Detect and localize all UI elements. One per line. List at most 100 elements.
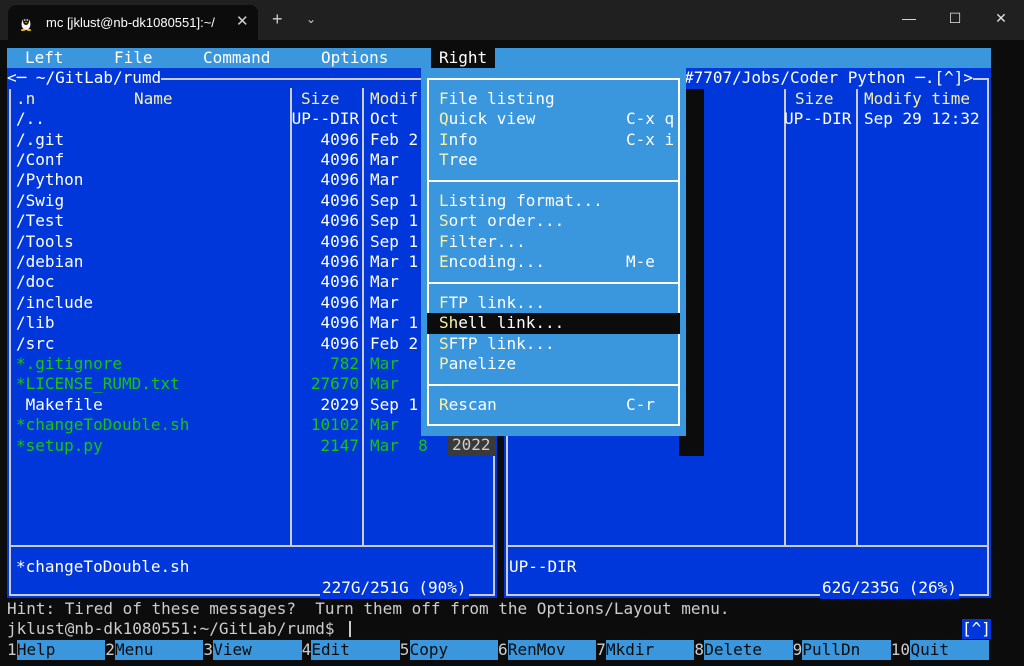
file-modify: Mar 1 <box>370 313 419 333</box>
terminal-tab[interactable]: mc [jklust@nb-dk1080551]:~/ ✕ <box>8 5 258 40</box>
maximize-button[interactable]: ☐ <box>932 0 978 36</box>
table-row[interactable]: *setup.py 2147 Mar 8 <box>7 436 497 456</box>
menu-item[interactable]: Rescan C-r <box>421 395 686 415</box>
file-size: UP--DIR <box>291 109 359 129</box>
menu-item-text: ilter... <box>448 231 526 251</box>
menu-item[interactable]: Encoding... M-e <box>421 252 686 272</box>
menu-item-label: SFTP link... <box>439 334 555 354</box>
minimize-button[interactable]: — <box>886 0 932 36</box>
fkey-number: 8 <box>694 640 705 659</box>
right-col-modify[interactable]: Modify time <box>864 89 970 109</box>
hint-line: Hint: Tired of these messages? Turn them… <box>7 599 730 618</box>
menu-file[interactable]: File <box>114 48 153 68</box>
file-name: Makefile <box>16 394 103 414</box>
right-row-modify[interactable]: Sep 29 12:32 <box>864 109 980 129</box>
file-size: 4096 <box>320 313 359 333</box>
fkey-renmov-button[interactable]: RenMov <box>507 640 597 661</box>
menu-item-hotkey: E <box>439 251 449 271</box>
fkey-pulldn-button[interactable]: PullDn <box>802 640 891 661</box>
tab-dropdown-button[interactable]: ⌄ <box>306 12 316 26</box>
menu-item-shortcut: C-x i <box>626 129 675 149</box>
menu-item[interactable]: File listing <box>421 89 686 109</box>
right-status-divider <box>506 545 989 548</box>
linux-penguin-icon <box>20 17 32 31</box>
file-modify: Mar <box>370 272 399 292</box>
menu-item-hotkey: T <box>439 149 449 169</box>
new-tab-button[interactable]: + <box>272 9 283 30</box>
right-col-divider-1 <box>784 88 786 546</box>
right-dropdown-menu: File listing Quick view C-x q Info C-x i Tree… <box>421 68 686 437</box>
fkey-number: 9 <box>792 640 803 659</box>
window-titlebar: mc [jklust@nb-dk1080551]:~/ ✕ + ⌄ — ☐ ✕ <box>0 0 1024 40</box>
menu-item-label: Filter... <box>439 232 526 252</box>
menu-right[interactable]: Right <box>431 48 496 69</box>
menu-item[interactable]: Shell link... <box>421 313 686 333</box>
menu-options[interactable]: Options <box>321 48 388 68</box>
menu-item[interactable]: Listing format... <box>421 191 686 211</box>
file-name: /Tools <box>16 231 74 251</box>
right-col-size[interactable]: Size <box>795 89 834 109</box>
fkey-quit-button[interactable]: Quit <box>910 640 989 661</box>
file-modify: Feb 2 <box>370 129 419 149</box>
menu-item-hotkey: S <box>439 211 449 231</box>
left-panel-path[interactable]: <─ ~/GitLab/rumd <box>7 68 162 89</box>
fkey-delete-button[interactable]: Delete <box>704 640 793 661</box>
fkey-menu-button[interactable]: Menu <box>115 640 204 661</box>
menu-item-text: TP link... <box>448 292 545 312</box>
fkey-view-button[interactable]: View <box>213 640 302 661</box>
menu-item[interactable]: Quick view C-x q <box>421 109 686 129</box>
fkey-mkdir-button[interactable]: Mkdir <box>606 640 695 661</box>
fkey-number: 3 <box>203 640 214 659</box>
menu-item[interactable]: SFTP link... <box>421 334 686 354</box>
file-size: 782 <box>330 353 359 373</box>
left-sort-indicator[interactable]: .n <box>16 89 35 109</box>
fkey-copy-button[interactable]: Copy <box>409 640 498 661</box>
left-col-name[interactable]: Name <box>134 89 173 109</box>
file-size: 2029 <box>320 394 359 414</box>
file-name: /.. <box>16 109 45 129</box>
menu-item[interactable]: Sort order... <box>421 211 686 231</box>
close-window-button[interactable]: ✕ <box>978 0 1024 36</box>
right-row-size[interactable]: UP--DIR <box>784 109 851 129</box>
tab-title: mc [jklust@nb-dk1080551]:~/ <box>46 15 215 30</box>
terminal-area[interactable]: Left File Command Options Right <─ ~/Git… <box>7 48 991 661</box>
menu-item[interactable]: Tree <box>421 150 686 170</box>
file-modify: Feb 2 <box>370 333 419 353</box>
left-col-modify[interactable]: Modif <box>370 89 418 109</box>
left-disk-usage: 227G/251G (90%) <box>320 578 469 599</box>
file-name: *setup.py <box>16 435 103 455</box>
menu-item-hotkey: L <box>439 190 449 210</box>
fkey-number: 2 <box>105 640 115 659</box>
menu-item-text: ort order... <box>448 211 565 231</box>
file-size: 4096 <box>320 129 359 149</box>
menu-item-hotkey: S <box>439 333 449 353</box>
menu-item[interactable]: FTP link... <box>421 293 686 313</box>
menu-item-label: Rescan <box>439 395 497 415</box>
right-panel-path[interactable]: #7707/Jobs/Coder Python ─.[^]> <box>684 68 973 89</box>
tab-close-button[interactable]: ✕ <box>236 12 249 30</box>
shell-prompt[interactable]: jklust@nb-dk1080551:~/GitLab/rumd$ <box>7 619 344 639</box>
file-size: 4096 <box>320 211 359 231</box>
file-modify: Sep 1 <box>370 394 419 414</box>
file-size: 4096 <box>320 251 359 271</box>
menu-item[interactable]: Info C-x i <box>421 130 686 150</box>
fkey-number: 1 <box>7 640 17 659</box>
menu-item-label: Shell link... <box>439 313 564 333</box>
fkey-help-button[interactable]: Help <box>16 640 106 661</box>
menu-item[interactable]: Filter... <box>421 232 686 252</box>
menu-item-hotkey: Q <box>439 109 449 129</box>
menu-item-hotkey: R <box>439 394 449 414</box>
menu-command[interactable]: Command <box>203 48 270 68</box>
menu-left[interactable]: Left <box>25 48 64 68</box>
left-col-size[interactable]: Size <box>301 89 340 109</box>
menu-item-text: uick view <box>448 109 536 129</box>
menu-item-text: isting format... <box>448 190 603 210</box>
fkey-edit-button[interactable]: Edit <box>311 640 400 661</box>
file-name: /doc <box>16 272 55 292</box>
dropdown-separator <box>427 282 680 285</box>
file-size: 4096 <box>320 190 359 210</box>
menu-item[interactable]: Panelize <box>421 354 686 374</box>
file-modify: Sep 1 <box>370 231 419 251</box>
command-history-button[interactable]: [^] <box>962 619 991 640</box>
file-name: /Conf <box>16 149 65 169</box>
